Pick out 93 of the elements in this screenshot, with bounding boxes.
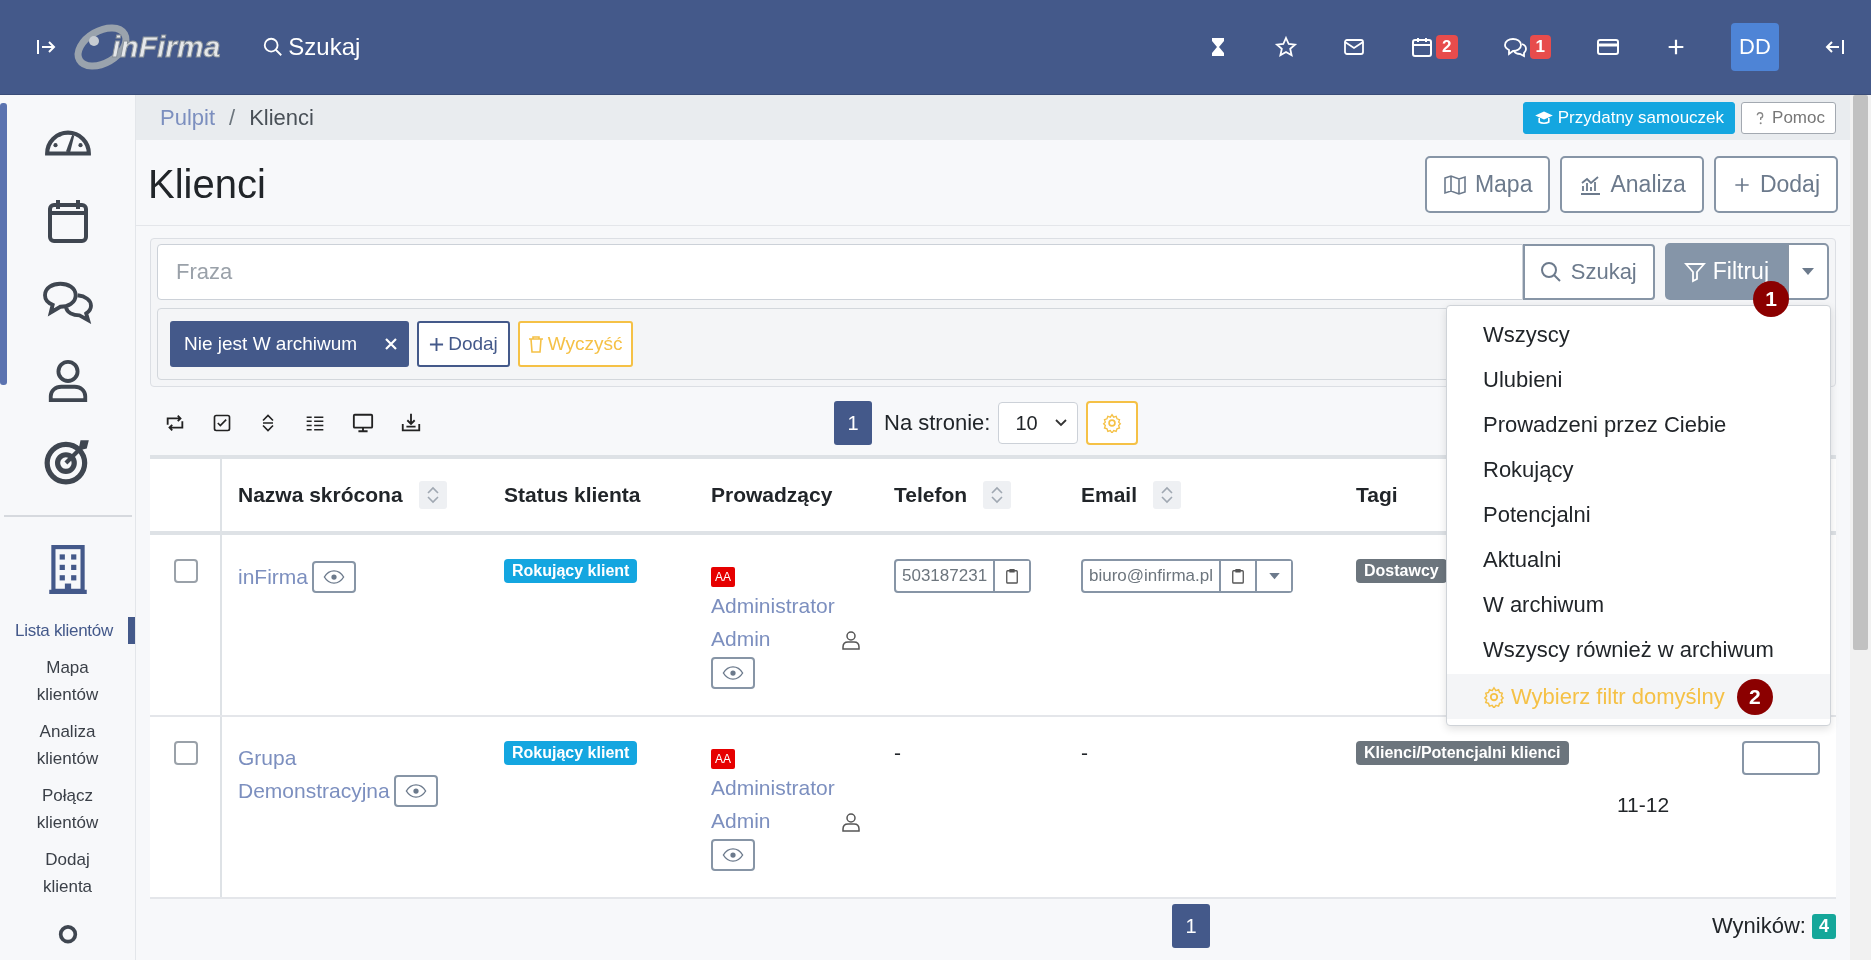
caret-icon (1802, 267, 1814, 276)
email-value: biuro@infirma.pl (1088, 565, 1215, 587)
calendar-icon[interactable] (1410, 35, 1435, 59)
results-count: 4 (1811, 913, 1836, 939)
tag: Dostawcy (1356, 559, 1447, 583)
column-header: Email (1081, 483, 1138, 507)
sidebar-link[interactable]: Lista klientów (0, 617, 135, 644)
per-page-select[interactable]: 10 (998, 402, 1079, 444)
dropdown-toggle[interactable] (1787, 243, 1829, 300)
preview-button[interactable] (711, 839, 755, 871)
star-icon[interactable] (1274, 35, 1299, 59)
list-icon[interactable] (304, 413, 326, 433)
step-marker: 2 (1736, 678, 1773, 715)
scrollbar-thumb[interactable] (1853, 95, 1868, 650)
breadcrumb-item[interactable]: Klienci (249, 104, 314, 131)
column-header: Prowadzący (711, 483, 833, 507)
notification-badge: 1 (1529, 35, 1551, 59)
eye-icon (404, 784, 427, 798)
email-field[interactable]: biuro@infirma.pl (1081, 559, 1294, 593)
menu-item[interactable]: Ulubieni (1483, 366, 1563, 393)
clipboard-icon (1231, 568, 1246, 584)
clipboard-icon (1005, 568, 1020, 584)
user-avatar[interactable]: DD (1731, 23, 1779, 71)
breadcrumb-separator: / (229, 104, 236, 131)
close-icon[interactable] (385, 338, 398, 350)
caret-icon (1268, 572, 1280, 580)
preview-button[interactable] (312, 561, 356, 594)
menu-item[interactable]: W archiwum (1483, 591, 1604, 618)
row-action-buttons[interactable] (1742, 741, 1820, 775)
eye-icon (323, 570, 345, 585)
help-button[interactable]: Pomoc (1741, 101, 1836, 134)
table-cell: - (894, 741, 901, 765)
logo[interactable]: inFirma (72, 17, 221, 77)
notification-badge: 2 (1436, 35, 1458, 59)
preview-button[interactable] (711, 657, 755, 689)
building-icon[interactable] (46, 545, 89, 595)
status-badge: Rokujący klient (504, 741, 638, 765)
dropdown-toggle[interactable] (1255, 561, 1292, 591)
preview-button[interactable] (393, 775, 438, 807)
monitor-icon[interactable] (352, 412, 374, 434)
download-icon[interactable] (400, 412, 422, 434)
filter-chip-label: Nie jest W archiwum (184, 333, 358, 355)
sidebar-link[interactable]: Połącz klientów (22, 782, 113, 836)
map-button[interactable]: Mapa (1424, 156, 1551, 213)
trash-icon (527, 335, 544, 353)
chart-button[interactable]: Analiza (1560, 156, 1704, 213)
initials-badge: AA (711, 749, 735, 769)
search-icon (1538, 259, 1563, 284)
copy-button[interactable] (993, 561, 1030, 591)
column-header: Telefon (894, 483, 968, 507)
checkbox-icon[interactable] (212, 413, 232, 433)
eye-icon (722, 666, 744, 680)
search-icon (262, 36, 285, 58)
search-button[interactable]: Szukaj (262, 33, 361, 61)
row-checkbox[interactable] (174, 559, 198, 583)
table-cell: - (1081, 741, 1088, 765)
page-button[interactable]: 1 (1172, 904, 1210, 948)
chevron-icon (1055, 419, 1068, 427)
sidebar-link[interactable]: Analiza klientów (22, 718, 113, 772)
gear-icon (1483, 685, 1505, 708)
menu-item[interactable]: Wszyscy również w archiwum (1483, 636, 1774, 663)
column-header: Tagi (1356, 483, 1398, 507)
menu-item[interactable]: Wszyscy (1483, 321, 1570, 348)
swap-icon[interactable] (164, 412, 186, 434)
map-icon (1442, 172, 1467, 197)
chat-icon[interactable] (1501, 35, 1528, 59)
phone-value: 503187231 (901, 565, 989, 587)
row-checkbox[interactable] (174, 741, 198, 765)
search-button[interactable]: Szukaj (1522, 243, 1655, 300)
tag: Klienci/Potencjalni klienci (1356, 741, 1569, 765)
menu-item[interactable]: Potencjalni (1483, 501, 1591, 528)
gear-icon (1102, 413, 1123, 433)
add-button[interactable]: Dodaj (1713, 156, 1838, 213)
add-filter-button[interactable]: Dodaj (417, 321, 510, 367)
menu-item[interactable]: Rokujący (1483, 456, 1574, 483)
status-badge: Rokujący klient (504, 559, 638, 583)
menu-item[interactable]: Prowadzeni przez Ciebie (1483, 411, 1727, 438)
per-page-label: Na stronie: (884, 410, 991, 436)
menu-item[interactable]: Aktualni (1483, 546, 1562, 573)
phone-field[interactable]: 503187231 (894, 559, 1032, 593)
column-header: Status klienta (504, 483, 641, 507)
sidebar-link[interactable]: Dodaj klienta (22, 846, 113, 900)
results-label: Wyników: (1712, 913, 1806, 939)
page-button[interactable]: 1 (834, 401, 872, 445)
table-cell: 11-12 (1617, 793, 1670, 817)
plus-icon (429, 336, 445, 352)
column-header: Nazwa skrócona (238, 483, 403, 507)
sidebar-link[interactable]: Mapa klientów (22, 654, 113, 708)
search-field[interactable]: Fraza (157, 243, 1523, 300)
initials-badge: AA (711, 567, 735, 587)
graduation-cap-icon (1533, 109, 1554, 126)
page-title: Klienci (148, 162, 266, 207)
eye-icon (722, 848, 744, 862)
